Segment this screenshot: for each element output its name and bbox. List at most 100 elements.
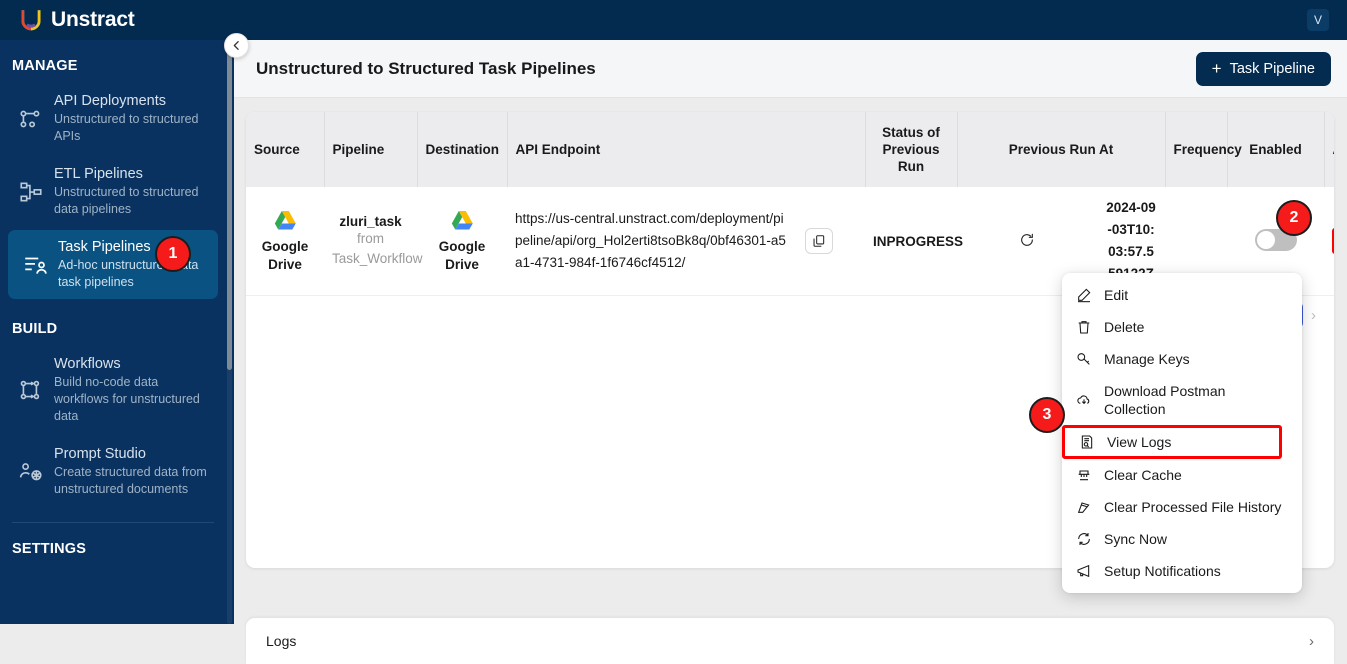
cell-pipeline: zluri_task from Task_Workflow [324, 187, 423, 296]
step-badge-2: 2 [1276, 200, 1312, 236]
sidebar-section-build: BUILD [12, 321, 58, 337]
sidebar-item-label: Prompt Studio [54, 446, 146, 462]
menu-item-view-logs[interactable]: View Logs [1062, 425, 1282, 459]
sidebar-scrollbar-thumb[interactable] [227, 40, 232, 370]
clear-cache-icon [1076, 467, 1092, 483]
cell-api-endpoint: https://us-central.unstract.com/deployme… [507, 187, 797, 296]
google-drive-icon [254, 208, 316, 234]
logs-label: Logs [266, 633, 297, 649]
sidebar-item-prompt-studio[interactable]: Prompt Studio Create structured data fro… [4, 437, 218, 506]
sidebar-item-api-deployments[interactable]: API Deployments Unstructured to structur… [4, 84, 218, 153]
column-header-previous-run-at[interactable]: Previous Run At [957, 112, 1166, 187]
sidebar-item-subtitle: Create structured data from unstructured… [54, 465, 207, 496]
pipelines-table: Source Pipeline Destination API Endpoint… [246, 112, 1334, 296]
megaphone-icon [1076, 563, 1092, 579]
menu-item-sync-now[interactable]: Sync Now [1062, 523, 1302, 555]
sidebar-item-label: API Deployments [54, 93, 167, 109]
column-header-frequency[interactable]: Frequency [1165, 112, 1242, 187]
brand: Unstract [18, 7, 135, 33]
source-name: Google Drive [261, 239, 309, 272]
column-header-pipeline[interactable]: Pipeline [324, 112, 418, 187]
google-drive-icon [425, 208, 499, 234]
menu-item-manage-keys[interactable]: Manage Keys [1062, 343, 1302, 375]
sidebar-item-subtitle: Unstructured to structured data pipeline… [54, 185, 199, 216]
chevron-right-icon[interactable]: › [1309, 633, 1314, 650]
sidebar-item-label: ETL Pipelines [54, 166, 143, 182]
file-search-icon [1079, 434, 1095, 450]
step-badge-3: 3 [1029, 397, 1065, 433]
menu-item-clear-processed-file-history[interactable]: Clear Processed File History [1062, 491, 1302, 523]
row-actions-button[interactable]: ... [1332, 228, 1334, 254]
previous-run-at-text: 2024-09-03T10:03:57.559122Z [1106, 200, 1156, 281]
sidebar-item-subtitle: Build no-code data workflows for unstruc… [54, 375, 200, 423]
cell-copy-endpoint [797, 187, 865, 296]
cell-destination: Google Drive [417, 187, 507, 296]
sidebar-item-etl-pipelines[interactable]: ETL Pipelines Unstructured to structured… [4, 157, 218, 226]
menu-item-download-postman-collection[interactable]: Download Postman Collection [1062, 375, 1302, 425]
table-header-row: Source Pipeline Destination API Endpoint… [246, 112, 1334, 187]
unstract-u-logo-icon [18, 7, 44, 33]
sidebar-collapse-button[interactable] [224, 33, 249, 58]
cell-source: Google Drive [246, 187, 324, 296]
task-pipelines-icon [22, 252, 48, 278]
copy-icon [812, 234, 826, 248]
menu-item-delete[interactable]: Delete [1062, 311, 1302, 343]
key-icon [1076, 351, 1092, 367]
menu-item-label: Delete [1104, 319, 1145, 335]
menu-item-setup-notifications[interactable]: Setup Notifications [1062, 555, 1302, 587]
column-header-destination[interactable]: Destination [417, 112, 508, 187]
api-endpoint-text: https://us-central.unstract.com/deployme… [515, 211, 786, 270]
sidebar-scroll-area: MANAGE API Deployments Unstructured to s… [0, 40, 234, 624]
sidebar-section-manage: MANAGE [12, 58, 78, 74]
menu-item-label: Sync Now [1104, 531, 1168, 547]
sidebar-item-subtitle: Unstructured to structured APIs [54, 112, 199, 143]
menu-item-label: Manage Keys [1104, 351, 1190, 367]
sync-icon [1076, 531, 1092, 547]
prompt-studio-icon [18, 459, 44, 485]
page-header: Unstructured to Structured Task Pipeline… [234, 40, 1347, 98]
status-text: INPROGRESS [873, 233, 964, 249]
sidebar-item-label: Workflows [54, 356, 121, 372]
top-bar: Unstract V [0, 0, 1347, 40]
brand-name: Unstract [51, 8, 135, 31]
etl-pipelines-icon [18, 179, 44, 205]
trash-icon [1076, 319, 1092, 335]
refresh-icon[interactable] [1019, 232, 1035, 248]
avatar[interactable]: V [1307, 9, 1329, 31]
menu-item-label: View Logs [1107, 434, 1172, 450]
column-header-actions[interactable]: Actions [1324, 112, 1334, 187]
menu-item-label: Download Postman Collection [1104, 383, 1226, 417]
new-task-pipeline-label: Task Pipeline [1229, 60, 1315, 77]
logs-bar[interactable]: Logs › [246, 618, 1334, 664]
pipeline-from-label: from [357, 230, 384, 246]
row-actions-menu: Edit Delete Manage Keys Download Postman… [1062, 273, 1302, 593]
toggle-knob [1256, 230, 1275, 249]
sidebar-section-settings: SETTINGS [12, 541, 87, 557]
table-header: Source Pipeline Destination API Endpoint… [246, 112, 1334, 187]
column-header-source[interactable]: Source [246, 112, 325, 187]
workflows-icon [18, 377, 44, 403]
plus-icon: + [1211, 59, 1222, 78]
menu-item-label: Edit [1104, 287, 1129, 303]
new-task-pipeline-button[interactable]: + Task Pipeline [1195, 51, 1331, 86]
eraser-icon [1076, 499, 1092, 515]
chevron-right-icon[interactable]: › [1311, 307, 1316, 324]
cloud-download-icon [1076, 392, 1092, 408]
menu-item-label: Clear Processed File History [1104, 499, 1282, 515]
sidebar: MANAGE API Deployments Unstructured to s… [0, 40, 234, 624]
pipeline-workflow-name: Task_Workflow [332, 250, 423, 266]
menu-item-edit[interactable]: Edit [1062, 279, 1302, 311]
column-header-api-endpoint[interactable]: API Endpoint [507, 112, 866, 187]
page-title: Unstructured to Structured Task Pipeline… [256, 58, 596, 78]
menu-item-label: Setup Notifications [1104, 563, 1221, 579]
menu-item-label: Clear Cache [1104, 467, 1182, 483]
sidebar-item-workflows[interactable]: Workflows Build no-code data workflows f… [4, 347, 218, 433]
menu-item-clear-cache[interactable]: Clear Cache [1062, 459, 1302, 491]
pencil-icon [1076, 287, 1092, 303]
copy-endpoint-button[interactable] [805, 228, 833, 254]
cell-actions: ... [1324, 187, 1334, 296]
destination-name: Google Drive [438, 239, 486, 272]
column-header-status-of-previous-run[interactable]: Status of Previous Run [865, 112, 958, 187]
pipeline-name: zluri_task [339, 213, 402, 229]
chevron-left-icon [230, 39, 243, 52]
